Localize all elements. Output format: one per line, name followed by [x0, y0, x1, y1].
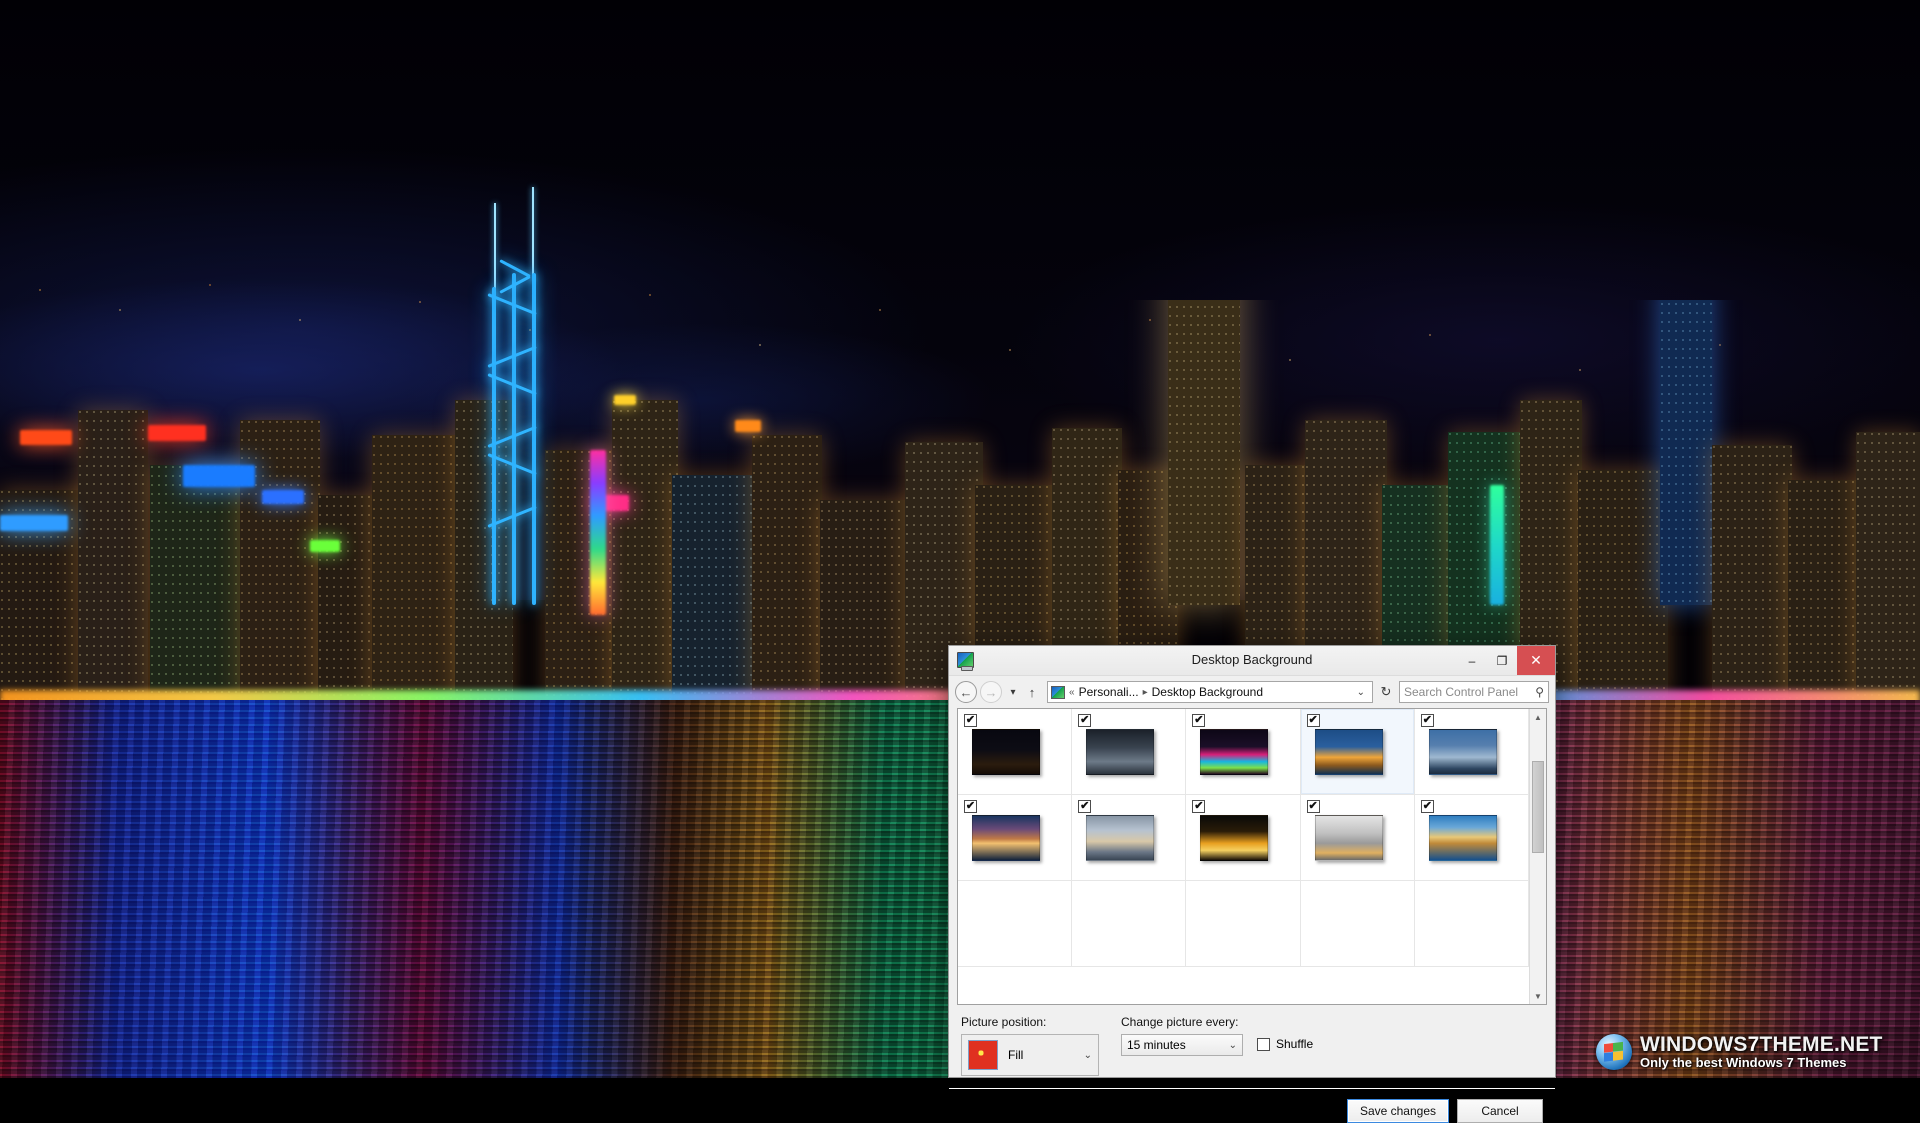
- picture-position-label: Picture position:: [961, 1015, 1047, 1029]
- chevron-down-icon[interactable]: ⌄: [1229, 1040, 1237, 1051]
- thumbnail-tile[interactable]: ✔: [1072, 709, 1187, 795]
- thumbnail-tile[interactable]: ✔: [958, 795, 1073, 881]
- options-row: Picture position: Fill ⌄ Change picture …: [949, 1005, 1555, 1076]
- minimize-button[interactable]: –: [1457, 646, 1487, 675]
- thumbnail-image[interactable]: [1086, 729, 1155, 775]
- thumbnail-image[interactable]: [1428, 729, 1497, 775]
- desktop-background-dialog[interactable]: Desktop Background – ❐ ✕ ← → ▾ ↑ « Perso…: [948, 645, 1556, 1123]
- thumbnail-tile[interactable]: ✔: [1300, 795, 1415, 881]
- thumbnail-image[interactable]: [1200, 729, 1269, 775]
- picture-position-value: Fill: [1008, 1048, 1024, 1062]
- thumbnail-checkbox[interactable]: ✔: [1420, 800, 1434, 813]
- watermark-text: WINDOWS7THEME.NET Only the best Windows …: [1640, 1034, 1883, 1070]
- dialog-footer: Save changes Cancel: [949, 1089, 1555, 1123]
- thumbnail-checkbox[interactable]: ✔: [1078, 714, 1092, 727]
- thumbnail-tile[interactable]: ✔: [1186, 709, 1301, 795]
- watermark-brand: WINDOWS7THEME.NET: [1640, 1034, 1883, 1056]
- flower-thumbnail-icon: [968, 1040, 998, 1070]
- shuffle-label: Shuffle: [1276, 1037, 1314, 1051]
- thumbnail-image[interactable]: [972, 815, 1040, 861]
- site-watermark: WINDOWS7THEME.NET Only the best Windows …: [1590, 1026, 1920, 1078]
- thumbnail-tile[interactable]: ✔: [1186, 795, 1301, 881]
- control-panel-icon: [1051, 685, 1065, 699]
- refresh-icon[interactable]: ↻: [1376, 681, 1396, 703]
- watermark-brand-seven: 7: [1747, 1033, 1760, 1057]
- picture-position-group: Picture position: Fill ⌄: [961, 1015, 1099, 1076]
- city-skyline: [0, 300, 1920, 700]
- search-magnifier-icon[interactable]: ⚲: [1535, 685, 1544, 699]
- thumbnail-pane[interactable]: ✔ ✔ ✔ ✔ ✔ ✔ ✔ ✔ ✔ ✔ ▲ ▼: [957, 708, 1547, 1005]
- thumbnail-row-partial: [958, 881, 1530, 967]
- thumbnail-checkbox[interactable]: ✔: [964, 800, 977, 813]
- thumbnail-checkbox[interactable]: ✔: [964, 714, 977, 727]
- cancel-button[interactable]: Cancel: [1457, 1099, 1543, 1123]
- thumbnail-tile[interactable]: ✔: [1414, 795, 1530, 881]
- chevron-down-icon[interactable]: ⌄: [1084, 1050, 1092, 1061]
- windows-flag-icon: [1596, 1034, 1632, 1070]
- dialog-titlebar[interactable]: Desktop Background – ❐ ✕: [949, 646, 1555, 676]
- shuffle-checkbox[interactable]: [1257, 1037, 1270, 1051]
- thumbnail-row: ✔ ✔ ✔ ✔ ✔: [958, 795, 1530, 881]
- bank-of-china-tower: [470, 187, 560, 605]
- change-picture-value: 15 minutes: [1127, 1038, 1186, 1052]
- change-picture-label: Change picture every:: [1121, 1015, 1239, 1029]
- thumbnail-checkbox[interactable]: ✔: [1420, 714, 1434, 727]
- thumbnail-tile[interactable]: [1072, 881, 1187, 967]
- thumbnail-tile[interactable]: [1414, 881, 1530, 967]
- thumbnail-scrollbar[interactable]: ▲ ▼: [1529, 709, 1546, 1004]
- thumbnail-tile[interactable]: [958, 881, 1073, 967]
- close-button[interactable]: ✕: [1517, 646, 1555, 675]
- maximize-button[interactable]: ❐: [1487, 646, 1517, 675]
- address-bar[interactable]: « Personali... ▸ Desktop Background ⌄: [1047, 681, 1373, 703]
- back-button[interactable]: ←: [955, 681, 977, 703]
- shuffle-checkbox-row[interactable]: Shuffle: [1257, 1037, 1313, 1051]
- thumbnail-tile[interactable]: ✔: [1414, 709, 1530, 795]
- thumbnail-tile[interactable]: ✔: [1300, 709, 1415, 795]
- watermark-brand-prefix: WINDOWS: [1640, 1033, 1748, 1057]
- recent-pages-icon[interactable]: ▾: [1005, 681, 1021, 703]
- picture-position-dropdown[interactable]: Fill ⌄: [961, 1034, 1099, 1076]
- breadcrumb-separator-icon: ▸: [1142, 686, 1148, 698]
- thumbnail-row: ✔ ✔ ✔ ✔ ✔: [958, 709, 1530, 795]
- thumbnail-checkbox[interactable]: ✔: [1306, 800, 1320, 813]
- thumbnail-grid[interactable]: ✔ ✔ ✔ ✔ ✔ ✔ ✔ ✔ ✔ ✔: [958, 709, 1530, 1004]
- watermark-tagline: Only the best Windows 7 Themes: [1640, 1055, 1847, 1071]
- thumbnail-tile[interactable]: [1186, 881, 1301, 967]
- navigation-bar[interactable]: ← → ▾ ↑ « Personali... ▸ Desktop Backgro…: [949, 676, 1555, 708]
- thumbnail-tile[interactable]: [1300, 881, 1415, 967]
- window-controls[interactable]: – ❐ ✕: [1457, 646, 1555, 675]
- search-control-panel-input[interactable]: Search Control Panel ⚲: [1399, 681, 1549, 703]
- thumbnail-checkbox[interactable]: ✔: [1306, 714, 1320, 727]
- thumbnail-image[interactable]: [1200, 815, 1269, 861]
- thumbnail-checkbox[interactable]: ✔: [1192, 800, 1206, 813]
- thumbnail-image[interactable]: [1314, 815, 1383, 861]
- address-dropdown-icon[interactable]: ⌄: [1353, 687, 1369, 698]
- breadcrumb-personalization[interactable]: Personali...: [1079, 685, 1139, 699]
- breadcrumb-desktop-background[interactable]: Desktop Background: [1152, 685, 1263, 699]
- up-button[interactable]: ↑: [1024, 681, 1040, 703]
- thumbnail-checkbox[interactable]: ✔: [1078, 800, 1092, 813]
- thumbnail-image[interactable]: [1086, 815, 1155, 861]
- watermark-brand-suffix: THEME.NET: [1759, 1033, 1883, 1057]
- thumbnail-image[interactable]: [972, 729, 1040, 775]
- breadcrumb-overflow-icon[interactable]: «: [1069, 687, 1075, 698]
- change-picture-group: Change picture every: 15 minutes ⌄ Shuff…: [1121, 1015, 1313, 1076]
- scroll-up-arrow-icon[interactable]: ▲: [1530, 709, 1546, 725]
- thumbnail-image[interactable]: [1314, 729, 1383, 775]
- forward-button[interactable]: →: [980, 681, 1002, 703]
- thumbnail-checkbox[interactable]: ✔: [1192, 714, 1206, 727]
- scrollbar-thumb[interactable]: [1532, 761, 1544, 853]
- change-picture-interval-dropdown[interactable]: 15 minutes ⌄: [1121, 1034, 1243, 1056]
- scroll-down-arrow-icon[interactable]: ▼: [1530, 988, 1546, 1004]
- thumbnail-image[interactable]: [1428, 815, 1497, 861]
- search-placeholder: Search Control Panel: [1404, 685, 1519, 699]
- thumbnail-tile[interactable]: ✔: [958, 709, 1073, 795]
- save-changes-button[interactable]: Save changes: [1346, 1099, 1449, 1123]
- thumbnail-tile[interactable]: ✔: [1072, 795, 1187, 881]
